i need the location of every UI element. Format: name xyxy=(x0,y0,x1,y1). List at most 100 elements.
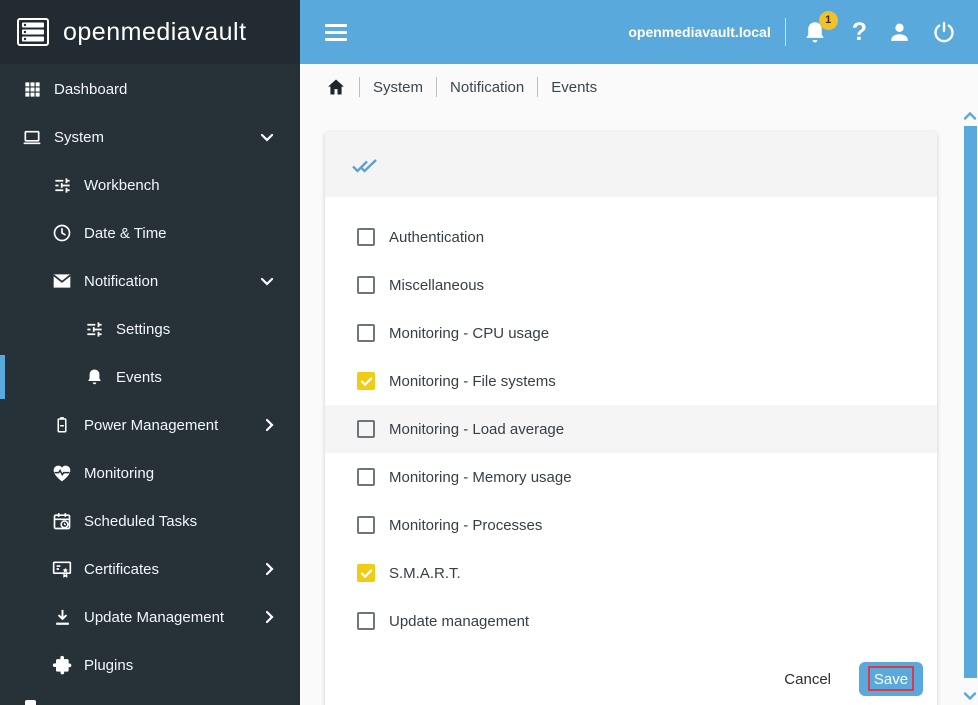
user-icon[interactable] xyxy=(887,20,912,45)
mail-icon xyxy=(52,271,72,291)
scrollbar-thumb[interactable] xyxy=(964,126,977,678)
checkbox[interactable] xyxy=(357,324,375,342)
sidebar-nav: Dashboard System Workbench xyxy=(0,65,300,689)
chevron-down-icon xyxy=(260,133,274,142)
checkbox[interactable] xyxy=(357,612,375,630)
hostname-label: openmediavault.local xyxy=(628,24,770,40)
sidebar-item-workbench[interactable]: Workbench xyxy=(0,161,300,209)
puzzle-icon xyxy=(52,655,72,675)
sidebar-item-label: Date & Time xyxy=(84,225,167,242)
sidebar-item-label: Plugins xyxy=(84,657,133,674)
event-option-row[interactable]: Monitoring - CPU usage xyxy=(325,309,937,357)
partial-next-item-icon xyxy=(25,700,36,705)
event-option-row[interactable]: Authentication xyxy=(325,213,937,261)
events-panel-header xyxy=(325,132,937,197)
done-all-icon[interactable] xyxy=(351,154,378,176)
topbar-divider xyxy=(785,18,786,46)
sidebar-item-label: Events xyxy=(116,369,162,386)
checkbox[interactable] xyxy=(357,420,375,438)
openmediavault-window: openmediavault Dashboard System xyxy=(0,0,978,705)
event-option-row[interactable]: Monitoring - Processes xyxy=(325,501,937,549)
event-option-row[interactable]: Update management xyxy=(325,597,937,645)
sidebar-item-notification[interactable]: Notification xyxy=(0,257,300,305)
event-option-row[interactable]: Monitoring - Load average xyxy=(325,405,937,453)
scroll-up-icon[interactable] xyxy=(963,108,977,126)
sidebar-item-label: Certificates xyxy=(84,561,159,578)
sidebar-item-label: Update Management xyxy=(84,609,224,626)
save-button[interactable]: Save xyxy=(859,662,923,696)
battery-icon xyxy=(52,415,72,435)
breadcrumb-item-notification[interactable]: Notification xyxy=(450,79,524,96)
sidebar-item-events[interactable]: Events xyxy=(0,353,300,401)
checkbox[interactable] xyxy=(357,276,375,294)
breadcrumb-item-system[interactable]: System xyxy=(373,79,423,96)
sidebar-item-plugins[interactable]: Plugins xyxy=(0,641,300,689)
sidebar-item-system[interactable]: System xyxy=(0,113,300,161)
cancel-button[interactable]: Cancel xyxy=(772,665,843,694)
tune-icon xyxy=(84,319,104,339)
calendar-clock-icon xyxy=(52,511,72,531)
events-panel: Authentication Miscellaneous Monitoring … xyxy=(325,132,937,705)
home-icon[interactable] xyxy=(326,77,346,97)
sidebar-item-label: Power Management xyxy=(84,417,218,434)
sidebar-item-label: Scheduled Tasks xyxy=(84,513,197,530)
checkbox[interactable] xyxy=(357,516,375,534)
event-option-row[interactable]: Miscellaneous xyxy=(325,261,937,309)
sidebar-item-label: Workbench xyxy=(84,177,160,194)
notification-count-badge: 1 xyxy=(819,11,838,30)
sidebar-item-label: Dashboard xyxy=(54,81,127,98)
sidebar-item-label: Monitoring xyxy=(84,465,154,482)
clock-icon xyxy=(52,223,72,243)
event-option-row[interactable]: Monitoring - File systems xyxy=(325,357,937,405)
sidebar-item-dashboard[interactable]: Dashboard xyxy=(0,65,300,113)
scrollbar[interactable] xyxy=(962,64,978,705)
active-item-indicator xyxy=(0,355,5,399)
event-option-label: Update management xyxy=(389,613,529,630)
checkbox[interactable] xyxy=(357,372,375,390)
chevron-right-icon xyxy=(265,418,274,432)
event-option-label: Miscellaneous xyxy=(389,277,484,294)
sidebar-item-label: System xyxy=(54,129,104,146)
event-option-row[interactable]: S.M.A.R.T. xyxy=(325,549,937,597)
event-option-label: Monitoring - File systems xyxy=(389,373,556,390)
notifications-bell-icon[interactable]: 1 xyxy=(802,19,828,46)
breadcrumb-separator xyxy=(537,77,538,97)
chevron-right-icon xyxy=(265,610,274,624)
app-logo-text: openmediavault xyxy=(63,18,247,47)
sidebar-item-monitoring[interactable]: Monitoring xyxy=(0,449,300,497)
app-logo[interactable]: openmediavault xyxy=(0,0,300,64)
sidebar-item-label: Notification xyxy=(84,273,158,290)
sidebar-item-certificates[interactable]: Certificates xyxy=(0,545,300,593)
breadcrumb-separator xyxy=(359,77,360,97)
heart-pulse-icon xyxy=(52,463,72,483)
checkbox[interactable] xyxy=(357,468,375,486)
sidebar-item-update-management[interactable]: Update Management xyxy=(0,593,300,641)
apps-grid-icon xyxy=(22,79,42,99)
event-option-row[interactable]: Monitoring - Memory usage xyxy=(325,453,937,501)
event-option-label: Monitoring - Load average xyxy=(389,421,564,438)
checkbox[interactable] xyxy=(357,228,375,246)
scroll-down-icon[interactable] xyxy=(963,688,977,705)
breadcrumb-separator xyxy=(436,77,437,97)
topbar: openmediavault.local 1 ? xyxy=(300,0,978,64)
nas-logo-icon xyxy=(16,17,50,47)
sidebar-item-scheduled-tasks[interactable]: Scheduled Tasks xyxy=(0,497,300,545)
tune-icon xyxy=(52,175,72,195)
breadcrumb: System Notification Events xyxy=(300,64,962,110)
event-options-list: Authentication Miscellaneous Monitoring … xyxy=(325,197,937,645)
power-icon[interactable] xyxy=(932,20,956,44)
certificate-icon xyxy=(52,559,72,579)
menu-toggle-icon[interactable] xyxy=(325,24,347,41)
sidebar-item-settings[interactable]: Settings xyxy=(0,305,300,353)
sidebar: openmediavault Dashboard System xyxy=(0,0,300,705)
checkbox[interactable] xyxy=(357,564,375,582)
sidebar-item-date-time[interactable]: Date & Time xyxy=(0,209,300,257)
event-option-label: Monitoring - Memory usage xyxy=(389,469,572,486)
sidebar-item-power-management[interactable]: Power Management xyxy=(0,401,300,449)
help-icon[interactable]: ? xyxy=(852,20,867,45)
laptop-icon xyxy=(22,127,42,147)
event-option-label: Authentication xyxy=(389,229,484,246)
chevron-down-icon xyxy=(260,277,274,286)
breadcrumb-item-events[interactable]: Events xyxy=(551,79,597,96)
event-option-label: Monitoring - CPU usage xyxy=(389,325,549,342)
